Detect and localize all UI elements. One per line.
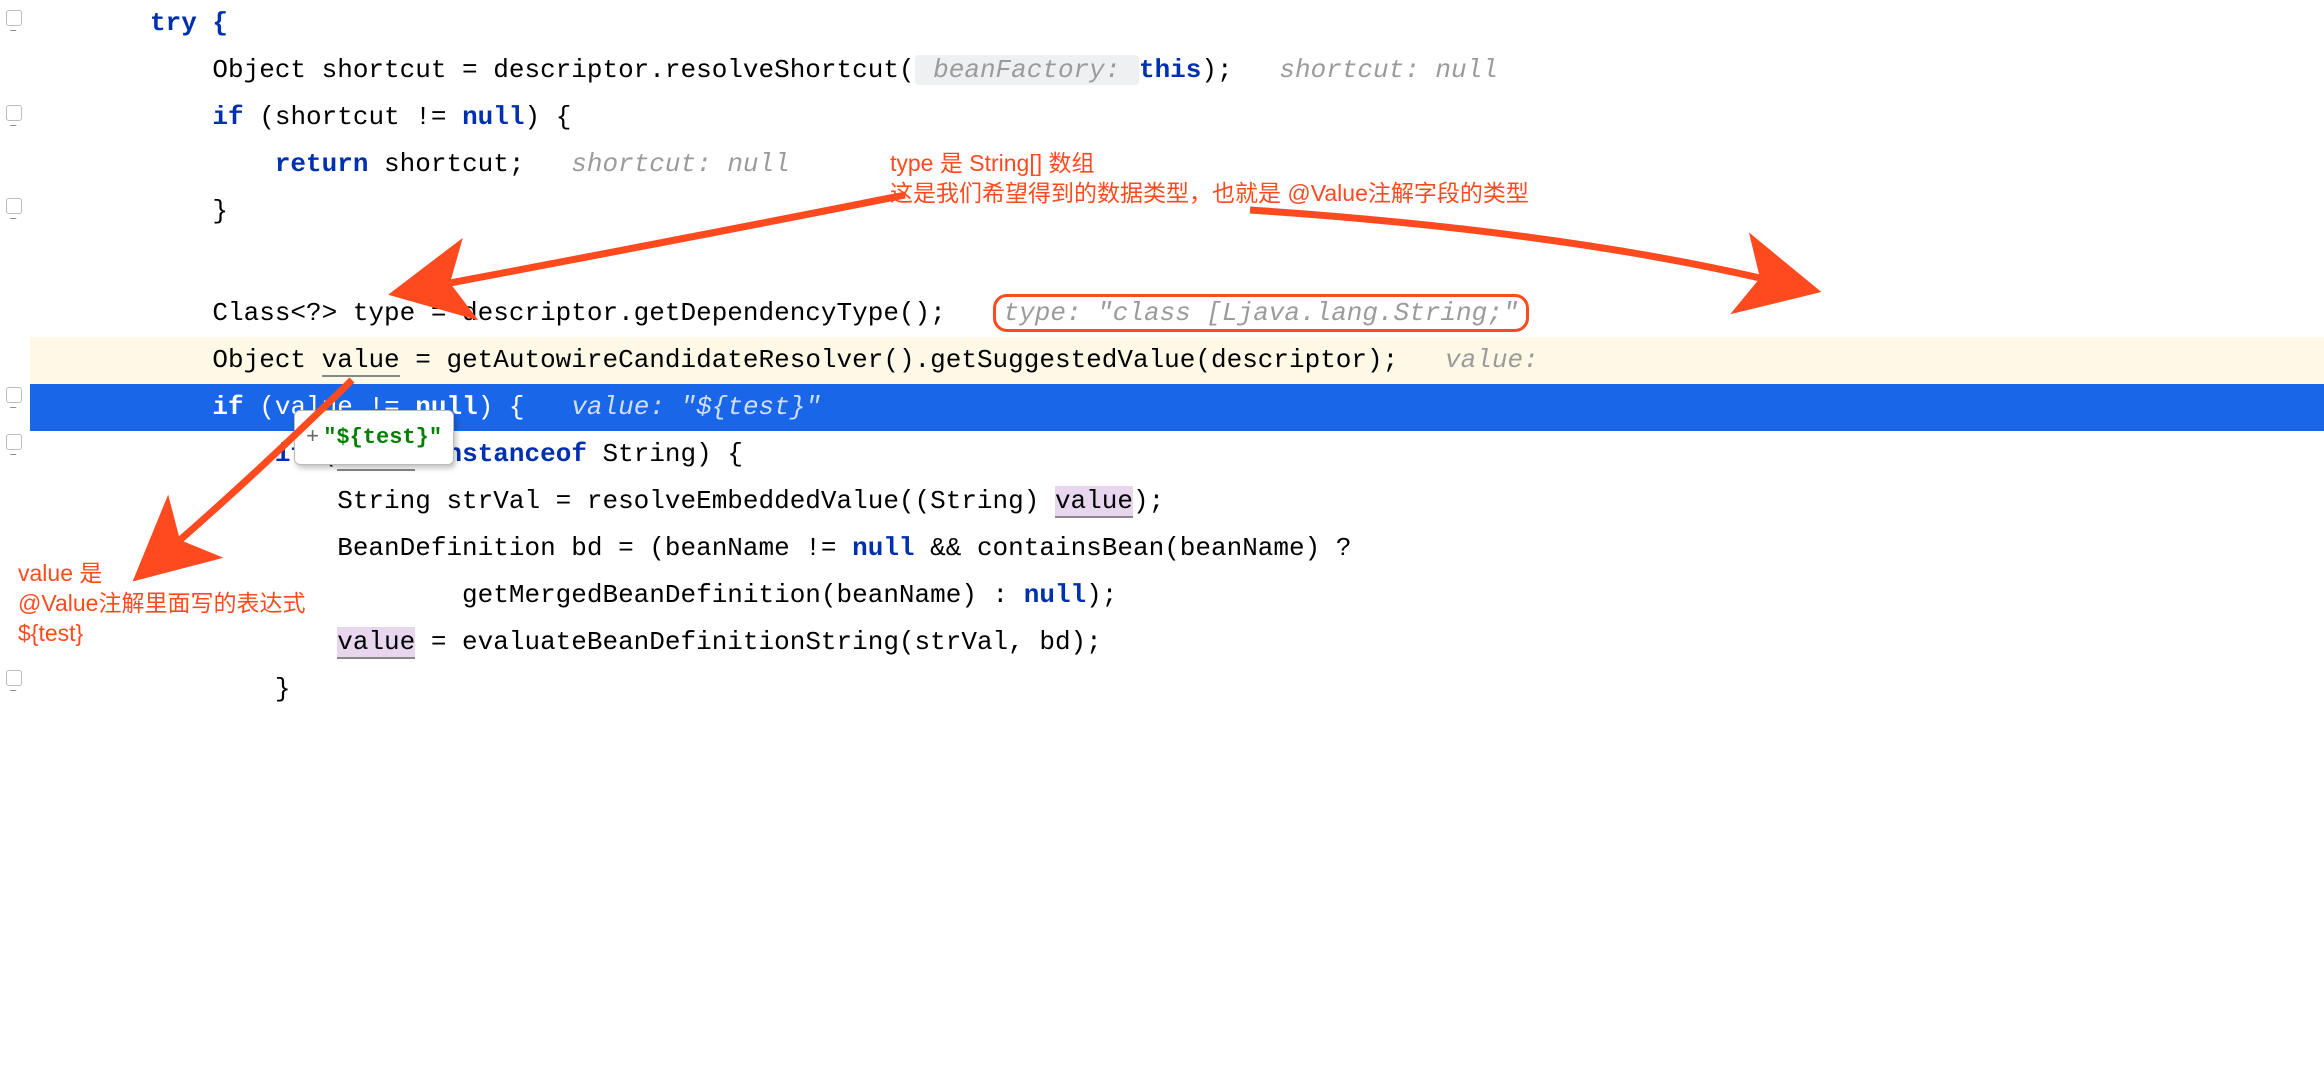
debug-value-tooltip[interactable]: +"${test}": [294, 410, 454, 465]
fold-mark[interactable]: [6, 434, 22, 450]
fold-mark[interactable]: [6, 198, 22, 214]
variable-value[interactable]: value: [1055, 486, 1133, 518]
fold-mark[interactable]: [6, 670, 22, 686]
annotation-type: type 是 String[] 数组 这是我们希望得到的数据类型，也就是 @Va…: [890, 148, 1529, 208]
code-line-modified: Object value = getAutowireCandidateResol…: [30, 337, 2324, 384]
annotation-value: value 是 @Value注解里面写的表达式 ${test}: [18, 558, 305, 648]
code-line: String strVal = resolveEmbeddedValue((St…: [30, 478, 2324, 525]
inline-debug-value: value:: [1445, 345, 1539, 375]
fold-mark[interactable]: [6, 105, 22, 121]
param-hint: beanFactory:: [915, 55, 1139, 85]
fold-mark[interactable]: [6, 387, 22, 403]
variable-value[interactable]: value: [322, 345, 400, 377]
code-line: getMergedBeanDefinition(beanName) : null…: [30, 572, 2324, 619]
code-line: Class<?> type = descriptor.getDependency…: [30, 290, 2324, 337]
variable-value[interactable]: value: [337, 627, 415, 659]
inline-debug-value: shortcut: null: [571, 149, 789, 179]
code-line: if (shortcut != null) {: [30, 94, 2324, 141]
code-line: BeanDefinition bd = (beanName != null &&…: [30, 525, 2324, 572]
code-line: }: [30, 666, 2324, 713]
code-line: Object shortcut = descriptor.resolveShor…: [30, 47, 2324, 94]
code-line: try {: [30, 0, 2324, 47]
expand-icon[interactable]: +: [306, 425, 319, 450]
inline-debug-value-highlighted: type: "class [Ljava.lang.String;": [993, 294, 1530, 332]
fold-mark[interactable]: [6, 10, 22, 26]
inline-debug-value: shortcut: null: [1279, 55, 1497, 85]
code-line: value = evaluateBeanDefinitionString(str…: [30, 619, 2324, 666]
editor-gutter: [0, 0, 30, 1070]
inline-debug-value: value: "${test}": [571, 392, 821, 422]
